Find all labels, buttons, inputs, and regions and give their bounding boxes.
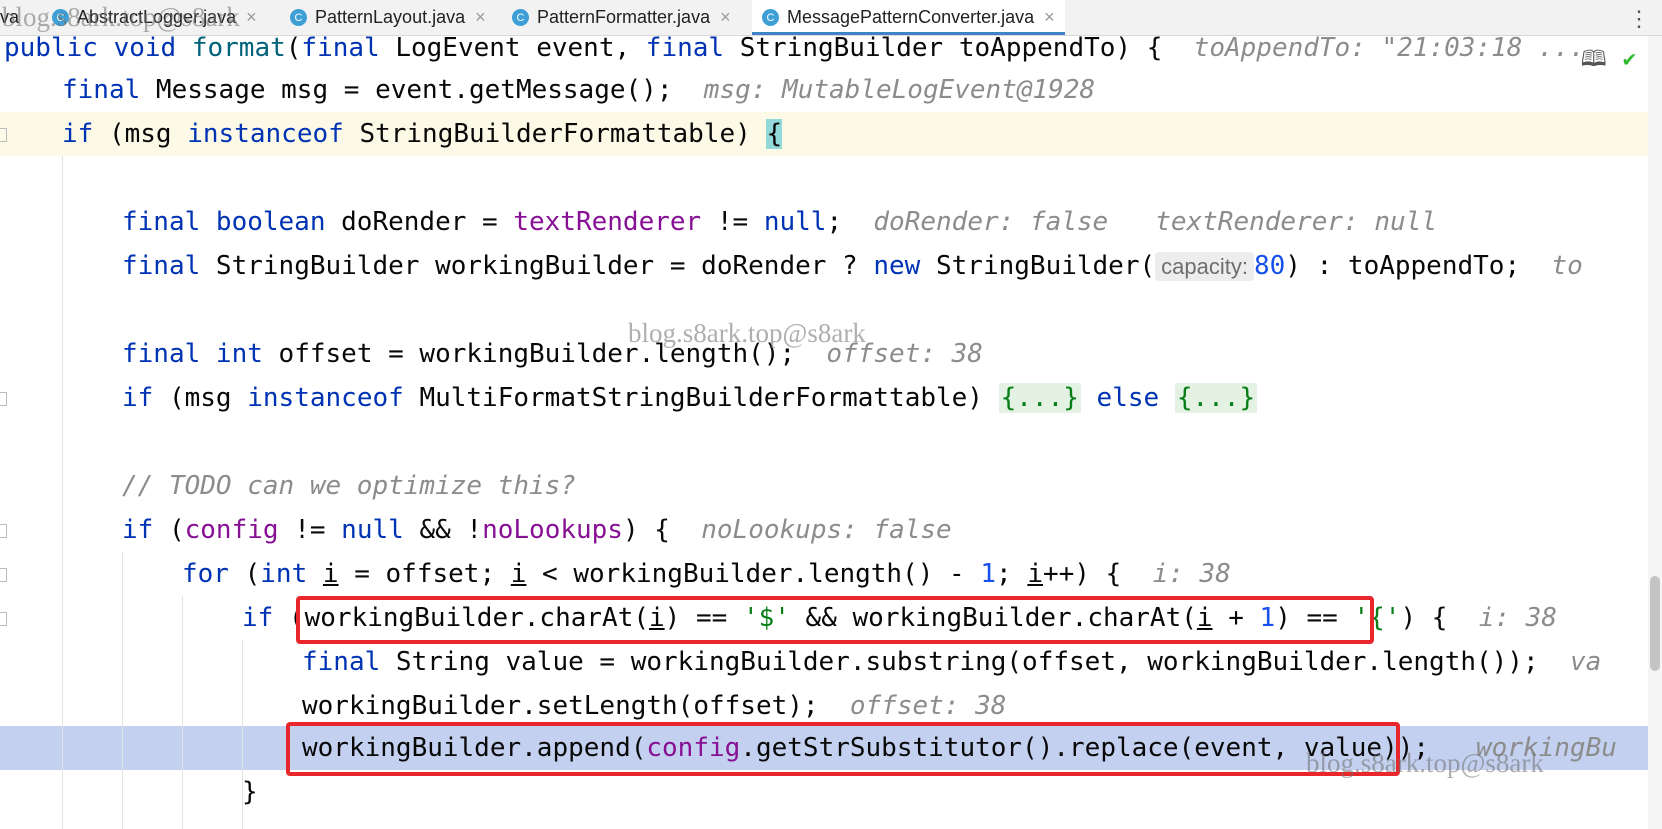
code-editor[interactable]: public void format(final LogEvent event,… <box>0 36 1662 829</box>
indent-guide <box>182 596 183 829</box>
debug-value-hint: to <box>1551 251 1583 281</box>
code-line: if (msg instanceof MultiFormatStringBuil… <box>122 383 1258 413</box>
close-icon[interactable]: × <box>475 7 486 28</box>
reader-mode-icon[interactable]: 🕮 <box>1581 47 1607 72</box>
watermark: blog.s8ark.top@s8ark <box>1306 748 1544 778</box>
more-tabs-icon[interactable]: ⋮ <box>1628 6 1650 32</box>
close-icon[interactable]: × <box>1044 7 1055 28</box>
tab-patternformatter[interactable]: C PatternFormatter.java × <box>512 0 731 35</box>
tab-label: MessagePatternConverter.java <box>787 7 1035 27</box>
code-line: if (config != null && !noLookups) { noLo… <box>122 515 952 545</box>
debug-value-hint: va <box>1569 647 1602 677</box>
close-icon[interactable]: × <box>246 7 257 28</box>
debug-value-hint: i: 38 <box>1478 603 1557 633</box>
fold-marker-icon[interactable] <box>0 392 7 406</box>
vertical-scrollbar[interactable] <box>1648 36 1662 829</box>
fold-marker-icon[interactable] <box>0 612 7 626</box>
highlight-box-replace-call <box>286 722 1400 776</box>
watermark: blog.s8ark.top@s8ark <box>628 318 866 348</box>
close-icon[interactable]: × <box>720 7 731 28</box>
fold-marker-icon[interactable] <box>0 524 7 538</box>
editor-status-icons: 🕮 ✔ <box>1581 42 1636 80</box>
debug-value-hint: textRenderer: null <box>1155 207 1437 237</box>
tab-patternlayout[interactable]: C PatternLayout.java × <box>290 0 486 35</box>
fold-marker-icon[interactable] <box>0 568 7 582</box>
tab-messagepatternconverter[interactable]: C MessagePatternConverter.java × <box>752 0 1065 35</box>
code-line: final StringBuilder workingBuilder = doR… <box>122 251 1583 281</box>
code-line: final String value = workingBuilder.subs… <box>302 647 1602 677</box>
fold-marker-icon[interactable] <box>0 128 7 142</box>
highlight-box-condition <box>296 596 1374 644</box>
indent-guide <box>62 156 63 829</box>
matched-brace: { <box>766 119 783 149</box>
indent-guide <box>122 552 123 829</box>
code-line: public void format(final LogEvent event,… <box>4 36 1585 70</box>
watermark: blog.s8ark.top@s8ark <box>2 2 240 32</box>
code-line: } <box>242 777 258 807</box>
code-line: final Message msg = event.getMessage(); … <box>62 75 1096 105</box>
parameter-hint: capacity: <box>1155 252 1254 281</box>
class-icon: C <box>762 9 779 26</box>
folded-code-block[interactable]: {...} <box>998 383 1081 413</box>
debug-value-hint: doRender: false <box>873 207 1109 237</box>
debug-value-hint: offset: 38 <box>849 691 1007 721</box>
class-icon: C <box>290 9 307 26</box>
class-icon: C <box>512 9 529 26</box>
code-comment: // TODO can we optimize this? <box>122 471 576 501</box>
code-line: for (int i = offset; i < workingBuilder.… <box>182 559 1231 589</box>
folded-code-block[interactable]: {...} <box>1174 383 1258 413</box>
code-line: if (msg instanceof StringBuilderFormatta… <box>62 119 783 149</box>
scrollbar-thumb[interactable] <box>1650 576 1660 671</box>
check-icon[interactable]: ✔ <box>1623 47 1636 72</box>
tab-label: PatternFormatter.java <box>537 7 711 27</box>
debug-value-hint: toAppendTo: "21:03:18 ... <box>1193 36 1586 63</box>
tab-label: PatternLayout.java <box>315 7 466 27</box>
debug-value-hint: noLookups: false <box>701 515 952 545</box>
code-line: final boolean doRender = textRenderer !=… <box>122 207 1437 237</box>
debug-value-hint: i: 38 <box>1152 559 1231 589</box>
editor-tab-bar: va C AbstractLogger.java × C PatternLayo… <box>0 0 1662 36</box>
debug-value-hint: msg: MutableLogEvent@1928 <box>703 75 1096 105</box>
